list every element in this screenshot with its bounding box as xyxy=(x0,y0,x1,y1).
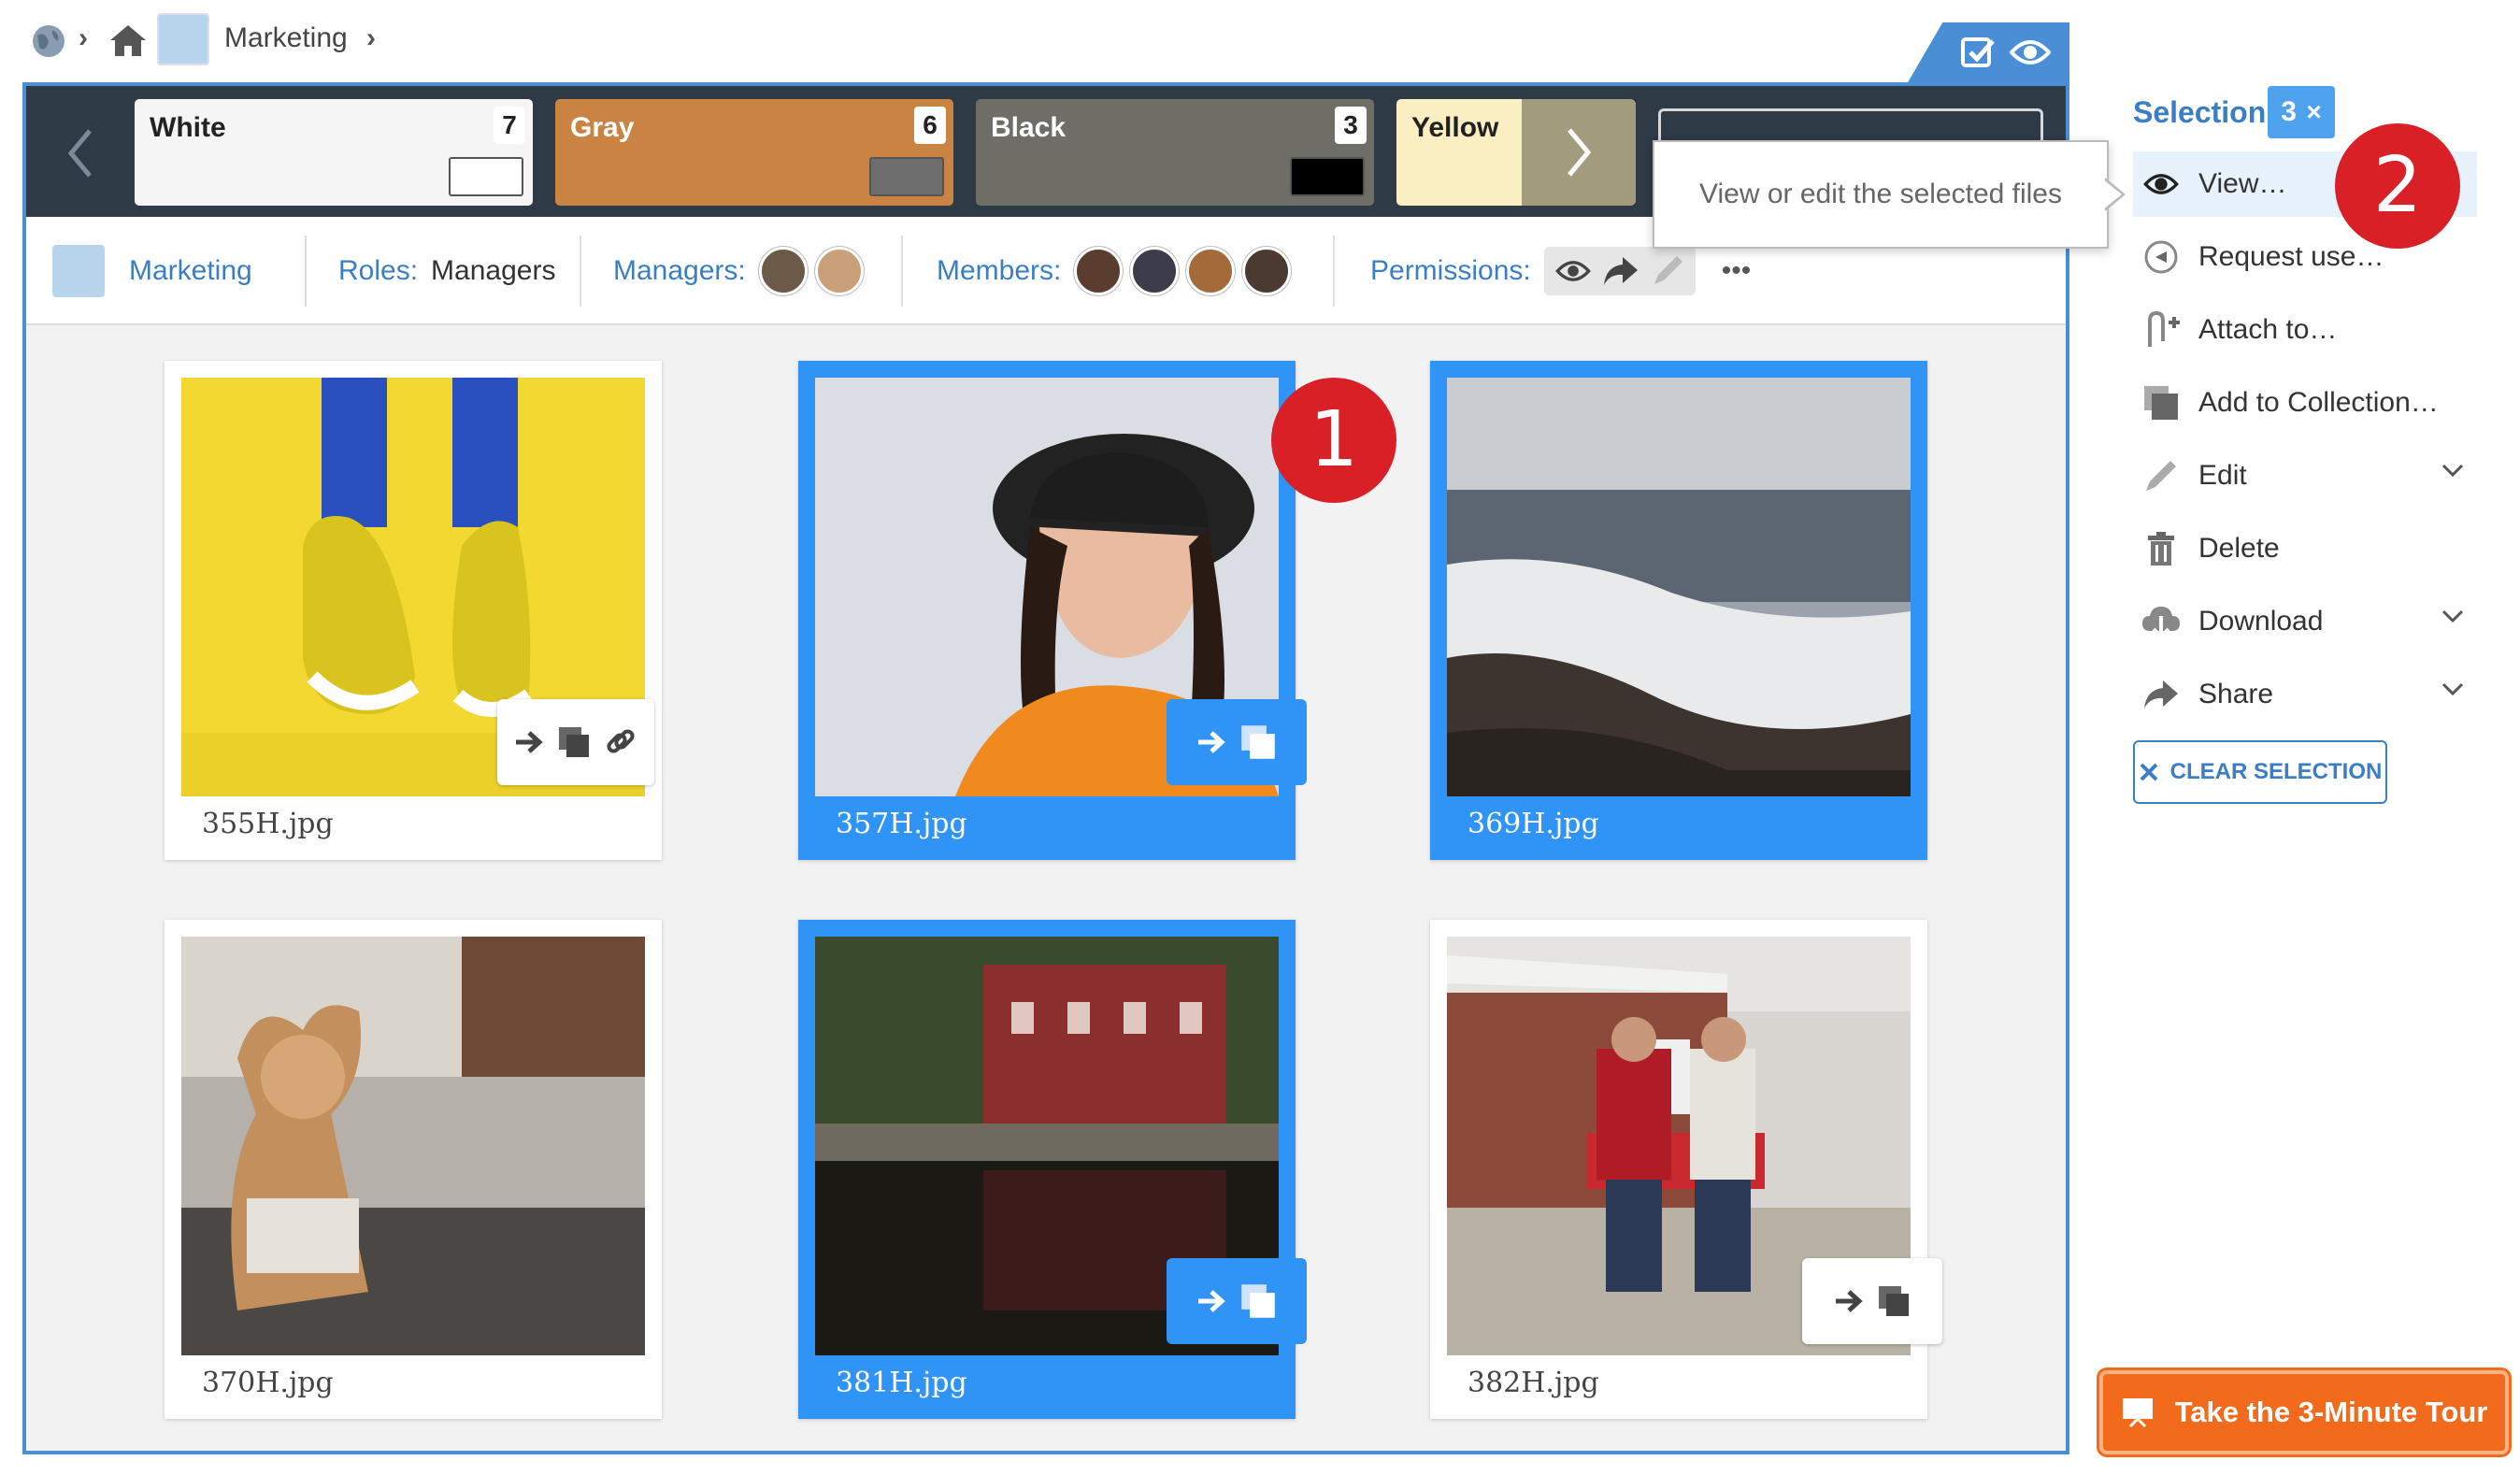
clear-selection-button[interactable]: CLEAR SELECTION xyxy=(2133,740,2387,804)
chevron-down-icon[interactable] xyxy=(2440,608,2466,631)
file-card[interactable]: 357H.jpg xyxy=(798,361,1307,860)
tour-button[interactable]: Take the 3-Minute Tour xyxy=(2099,1370,2509,1454)
color-chip xyxy=(869,157,944,196)
chevron-left-icon[interactable] xyxy=(62,125,99,181)
callout-badge-2: 2 xyxy=(2335,123,2460,249)
chevron-right-icon[interactable] xyxy=(1522,99,1636,206)
pencil-icon xyxy=(1654,256,1682,284)
close-icon[interactable]: × xyxy=(2306,97,2321,126)
link-icon xyxy=(607,729,635,753)
eye-icon xyxy=(2139,162,2184,207)
group-logo[interactable] xyxy=(157,13,209,65)
file-card[interactable]: 355H.jpg xyxy=(165,361,662,860)
selection-title: Selection xyxy=(2133,95,2267,129)
file-name: 369H.jpg xyxy=(1468,808,1599,840)
chevron-down-icon[interactable] xyxy=(2440,462,2466,485)
attach-icon xyxy=(2139,308,2184,352)
copy-icon xyxy=(1241,1284,1275,1318)
request-icon xyxy=(2139,235,2184,279)
avatar[interactable] xyxy=(1074,247,1124,295)
file-name: 381H.jpg xyxy=(836,1367,967,1399)
color-chip xyxy=(449,157,523,196)
arrow-right-icon xyxy=(1198,1290,1225,1312)
arrow-right-icon xyxy=(1836,1290,1863,1312)
file-card[interactable]: 381H.jpg xyxy=(798,920,1307,1419)
permissions-icons xyxy=(1543,247,1696,295)
file-actions xyxy=(1802,1258,1942,1344)
menu-download[interactable]: Download xyxy=(2133,589,2479,654)
avatar[interactable] xyxy=(814,247,864,295)
file-name: 355H.jpg xyxy=(202,808,334,840)
avatar[interactable] xyxy=(758,247,808,295)
file-card[interactable]: 382H.jpg xyxy=(1430,920,1942,1419)
share-icon xyxy=(1603,257,1638,285)
menu-delete[interactable]: Delete xyxy=(2133,516,2479,581)
swatch-white[interactable]: White 7 xyxy=(135,99,533,206)
breadcrumb-chevron: › xyxy=(79,22,88,53)
swatch-black[interactable]: Black 3 xyxy=(976,99,1374,206)
swatch-gray[interactable]: Gray 6 xyxy=(555,99,953,206)
eye-icon xyxy=(1554,261,1591,281)
menu-add-to-collection[interactable]: Add to Collection… xyxy=(2133,370,2479,436)
file-name: 382H.jpg xyxy=(1468,1367,1599,1399)
file-thumbnail[interactable] xyxy=(181,937,645,1355)
members-label: Members: xyxy=(937,255,1062,286)
share-icon xyxy=(2139,672,2184,717)
copy-icon xyxy=(1879,1286,1909,1316)
file-actions xyxy=(497,699,654,785)
collection-icon xyxy=(2139,380,2184,425)
selection-count: 3 xyxy=(2281,96,2297,127)
eye-icon[interactable] xyxy=(2009,36,2052,69)
color-chip xyxy=(1290,157,1365,196)
file-card[interactable]: 370H.jpg xyxy=(165,920,662,1419)
close-icon xyxy=(2140,763,2158,781)
check-square-icon[interactable] xyxy=(1959,34,1997,71)
tooltip: View or edit the selected files xyxy=(1653,140,2109,249)
managers-label: Managers: xyxy=(613,255,746,286)
menu-attach[interactable]: Attach to… xyxy=(2133,297,2479,363)
globe-icon[interactable] xyxy=(28,21,69,62)
callout-badge-1: 1 xyxy=(1271,378,1396,503)
tooltip-arrow xyxy=(2103,179,2122,209)
selection-count-badge[interactable]: 3 × xyxy=(2268,86,2335,138)
file-name: 357H.jpg xyxy=(836,808,967,840)
roles-value[interactable]: Managers xyxy=(431,255,555,287)
home-icon[interactable] xyxy=(107,19,150,62)
chevron-down-icon[interactable] xyxy=(2440,680,2466,704)
file-actions xyxy=(1167,1258,1307,1344)
presentation-icon xyxy=(2122,1398,2153,1428)
breadcrumb-group[interactable]: Marketing xyxy=(224,22,348,54)
cloud-download-icon xyxy=(2139,599,2184,644)
roles-label: Roles: xyxy=(338,255,419,286)
breadcrumb-chevron: › xyxy=(366,22,376,53)
info-group-name[interactable]: Marketing xyxy=(129,255,252,287)
avatar[interactable] xyxy=(1186,247,1236,295)
permissions-label: Permissions: xyxy=(1370,255,1531,286)
menu-edit[interactable]: Edit xyxy=(2133,443,2479,508)
avatar[interactable] xyxy=(1130,247,1180,295)
arrow-right-icon xyxy=(1198,731,1225,753)
file-name: 370H.jpg xyxy=(202,1367,334,1399)
more-icon[interactable]: ••• xyxy=(1722,255,1752,287)
file-actions xyxy=(1167,699,1307,785)
file-thumbnail[interactable] xyxy=(1447,378,1911,796)
copy-icon xyxy=(559,727,589,757)
arrow-right-icon xyxy=(516,731,543,753)
file-card[interactable]: 369H.jpg xyxy=(1430,361,1927,860)
avatar[interactable] xyxy=(1242,247,1292,295)
group-logo xyxy=(52,245,105,297)
copy-icon xyxy=(1241,725,1275,759)
menu-share[interactable]: Share xyxy=(2133,662,2479,727)
pencil-icon xyxy=(2139,453,2184,498)
trash-icon xyxy=(2139,526,2184,571)
